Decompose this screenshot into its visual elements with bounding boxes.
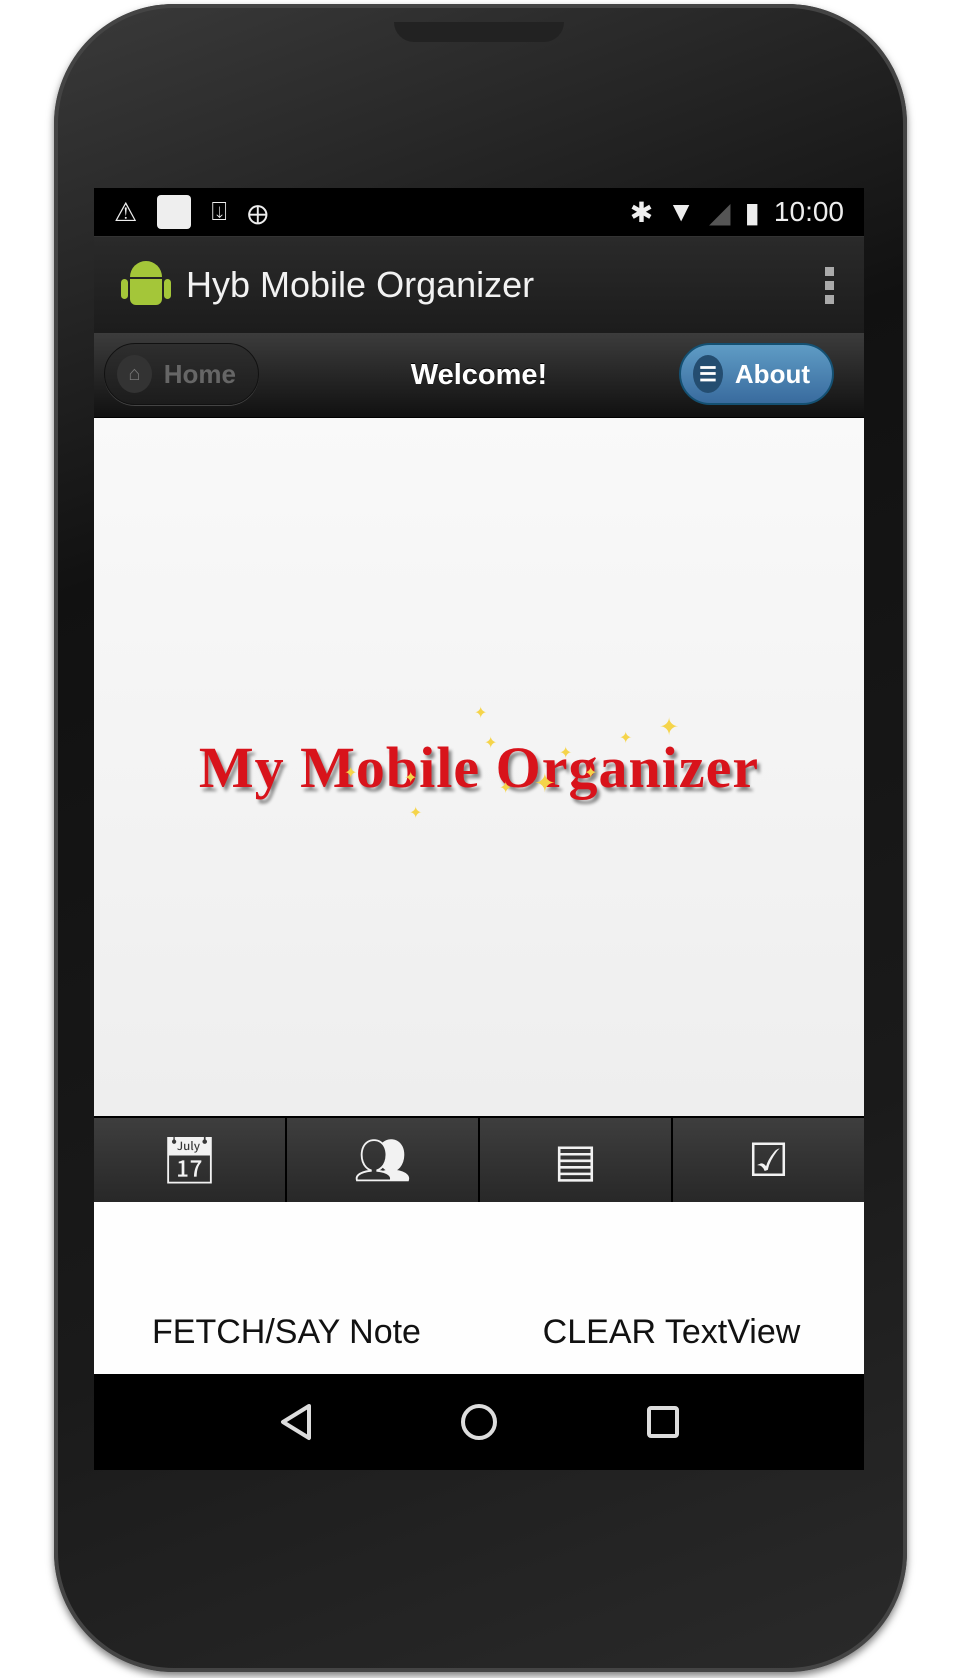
wifi-icon: ▼ [667,196,695,227]
screen: ⚠ ⍗ 🜨 ✱ ▼ ◢ ▮ 10:00 Hyb Mobile Organizer… [94,188,864,1470]
app-icon [121,257,171,313]
tab-tasks[interactable]: ☑ [673,1118,864,1202]
clock: 10:00 [773,196,844,227]
home-circle-icon[interactable] [459,1402,499,1442]
about-label: About [734,358,810,389]
signal-icon: ◢ [708,196,731,228]
overflow-menu-icon[interactable] [825,266,834,304]
tab-notes[interactable]: ▤ [480,1118,671,1202]
tab-calendar[interactable]: 📅︎ [94,1118,285,1202]
system-navigation-bar [94,1374,864,1470]
app-title: Hyb Mobile Organizer [186,264,535,305]
calendar-icon: 📅︎ [160,1133,219,1186]
fetch-say-note-button[interactable]: FETCH/SAY Note [94,1313,479,1352]
notification-icon [157,195,192,229]
clear-textview-button[interactable]: CLEAR TextView [479,1313,864,1352]
checkbox-icon: ☑ [747,1134,790,1186]
tab-contacts[interactable]: 👥︎ [287,1118,478,1202]
notepad-icon: ▤ [553,1134,598,1186]
android-debug-icon: 🜨 [246,199,269,230]
download-icon: ⍗ [211,196,227,226]
battery-charging-icon: ▮ [744,196,760,228]
menu-icon: ☰ [693,355,723,393]
about-button[interactable]: ☰ About [679,343,834,405]
speaker-grille [394,22,564,42]
page-title: Welcome! [410,358,548,391]
page-header: ⌂ Home Welcome! ☰ About [94,333,864,418]
bluetooth-icon: ✱ [629,196,654,228]
action-buttons: FETCH/SAY Note CLEAR TextView [94,1202,864,1374]
home-icon: ⌂ [117,355,152,393]
action-bar: Hyb Mobile Organizer [94,236,864,333]
tab-navbar: 📅︎ 👥︎ ▤ ☑ [94,1116,864,1202]
home-label: Home [163,358,236,389]
status-bar: ⚠ ⍗ 🜨 ✱ ▼ ◢ ▮ 10:00 [94,188,864,236]
home-button[interactable]: ⌂ Home [104,343,259,405]
logo-text: My Mobile Organizer [198,734,760,800]
warning-icon: ⚠ [114,196,138,227]
recents-icon[interactable] [645,1404,681,1440]
content-area: My Mobile Organizer ✦ ✦ ✦ ✦ ✦ ✦ ✦ ✦ ✦ ✦ ✦ [94,418,864,1116]
back-icon[interactable] [277,1402,313,1442]
contacts-icon: 👥︎ [353,1133,412,1186]
